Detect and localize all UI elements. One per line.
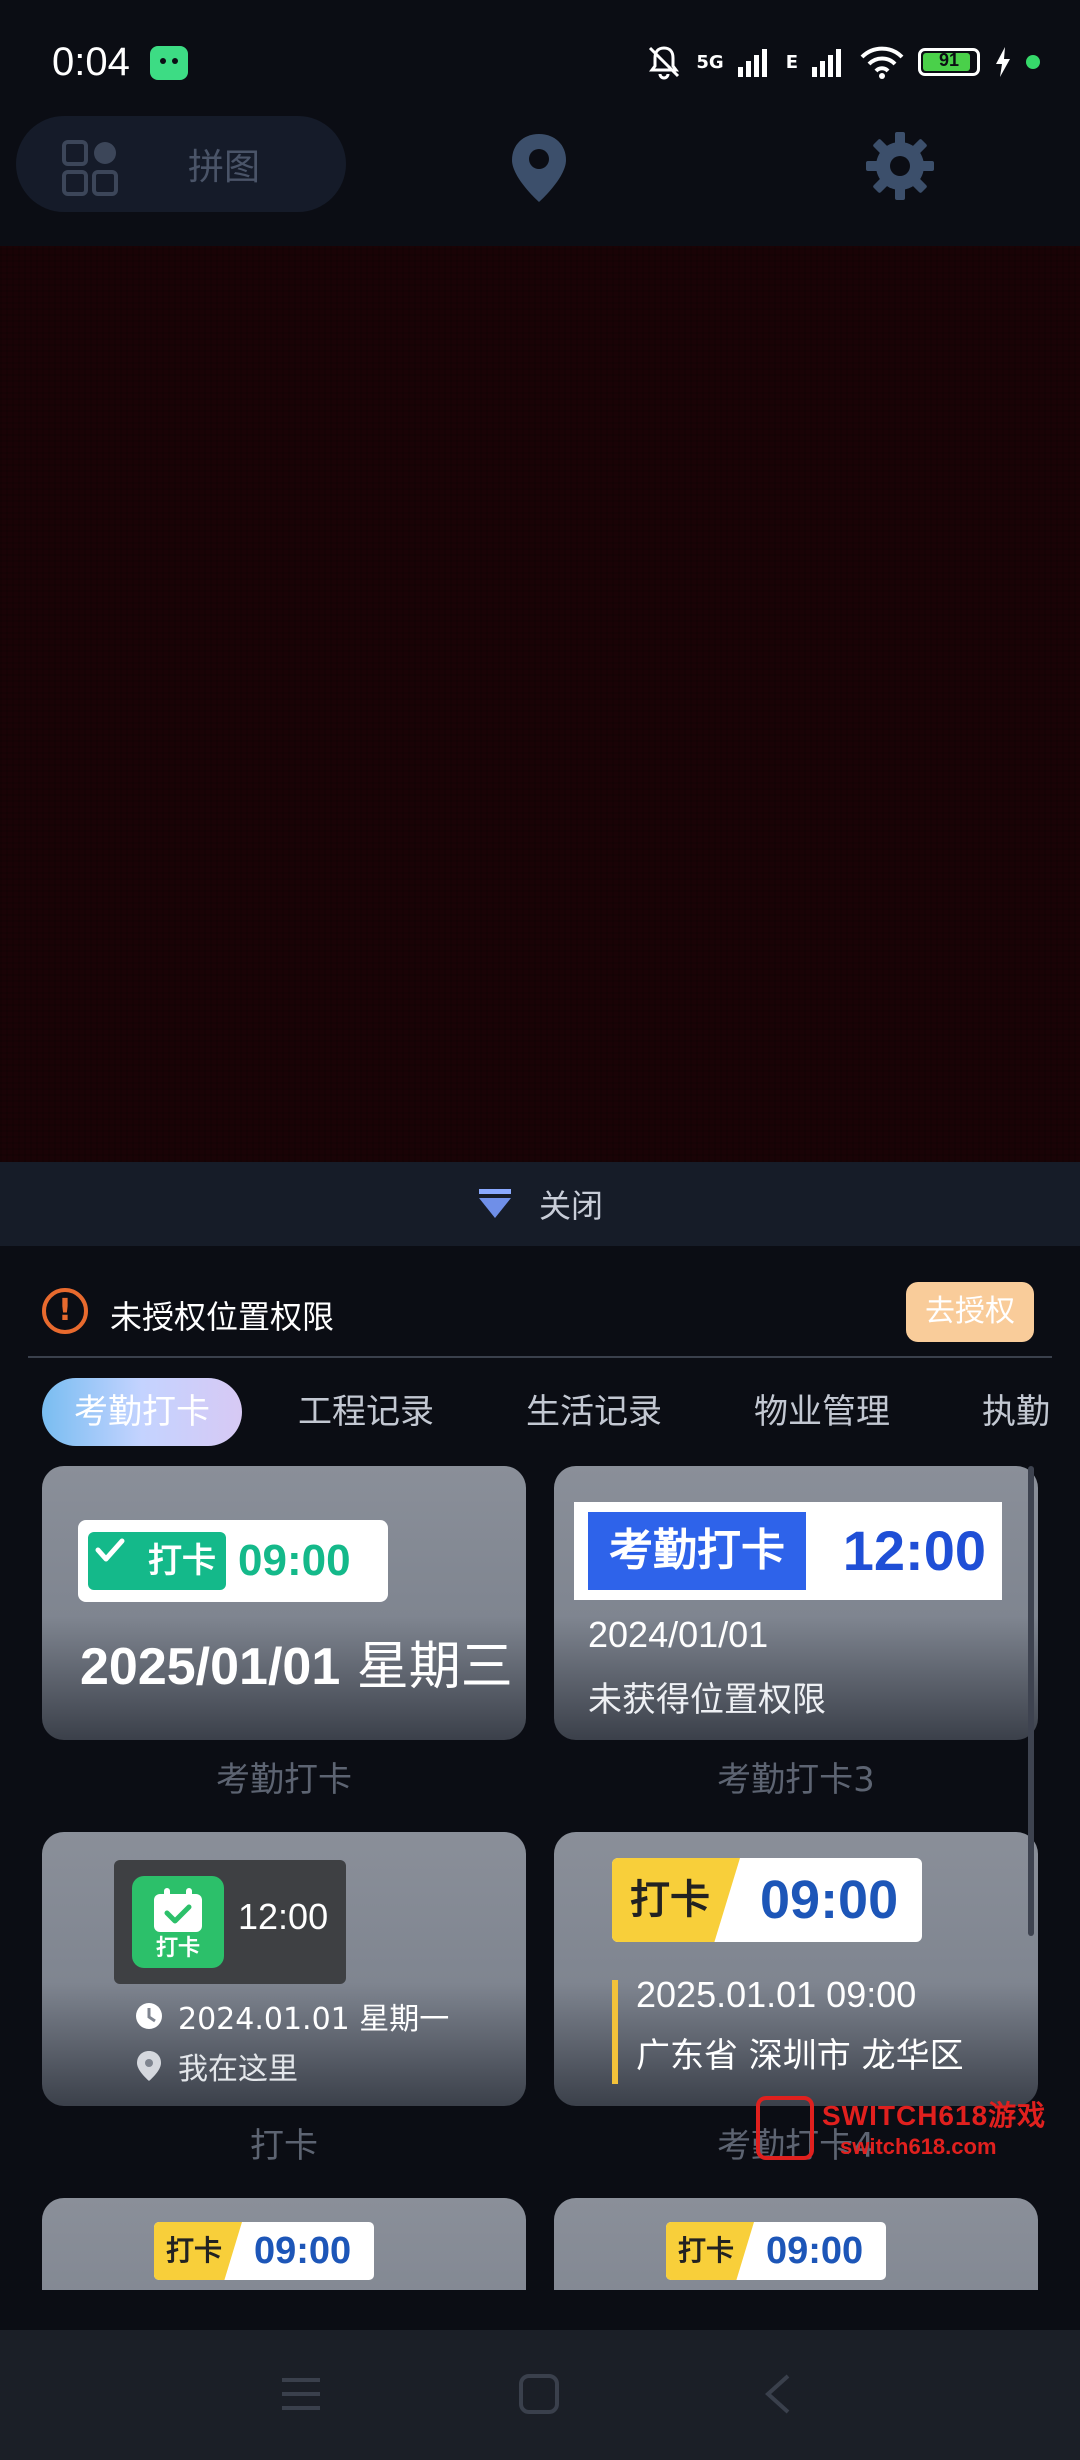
- punch-badge: 打卡 09:00: [154, 2222, 374, 2280]
- top-nav: 拼图: [0, 110, 1080, 250]
- datetime-text: 2025.01.01 09:00: [636, 1974, 917, 2015]
- template-card-partial-right[interactable]: 打卡 09:00: [554, 2198, 1038, 2290]
- menu-icon[interactable]: [280, 2374, 322, 2414]
- pintu-button[interactable]: 拼图: [16, 116, 346, 212]
- location-text: 我在这里: [178, 2052, 298, 2087]
- template-card-kaoqin4[interactable]: 打卡 09:00 2025.01.01 09:00 广东省 深圳市 龙华区: [554, 1832, 1038, 2106]
- warning-icon: !: [42, 1288, 88, 1334]
- template-caption: 考勤打卡: [216, 1760, 352, 1800]
- punch-time: 12:00: [842, 1519, 986, 1582]
- grid-icon: [62, 140, 118, 196]
- location-row: 我在这里: [134, 2044, 298, 2088]
- pintu-label: 拼图: [188, 147, 261, 188]
- close-panel-button[interactable]: 关闭: [0, 1162, 1080, 1246]
- template-caption: 打卡: [250, 2126, 318, 2166]
- android-icon: [150, 46, 188, 80]
- status-icons: 5G E 91: [646, 42, 1040, 82]
- status-bar: 0:04 5G E 91: [0, 0, 1080, 120]
- date-weekday: 2025/01/01 星期三: [80, 1624, 513, 1699]
- network-5g-label: 5G: [696, 51, 724, 73]
- template-caption: 考勤打卡3: [717, 1760, 875, 1800]
- date-row: 2024.01.01 星期一: [134, 1994, 449, 2038]
- signal-icon: [737, 49, 767, 77]
- back-icon[interactable]: [758, 2374, 800, 2414]
- grant-permission-button[interactable]: 去授权: [906, 1282, 1034, 1342]
- punch-time: 09:00: [238, 1536, 351, 1585]
- watermark-line2: switch618.com: [840, 2134, 997, 2159]
- punch-time: 09:00: [766, 2230, 864, 2272]
- signal-icon: [812, 49, 841, 77]
- mute-icon: [649, 46, 680, 80]
- category-tabs: 考勤打卡 工程记录 生活记录 物业管理 执勤: [0, 1374, 1080, 1448]
- punch-time: 09:00: [254, 2230, 352, 2272]
- address-text: 广东省 深圳市 龙华区: [636, 2036, 964, 2076]
- switch-logo-icon: [756, 2096, 814, 2160]
- punch-header: 考勤打卡 12:00: [574, 1502, 1002, 1600]
- template-card-kaoqin3[interactable]: 考勤打卡 12:00 2024/01/01 未获得位置权限: [554, 1466, 1038, 1740]
- wifi-icon: [860, 46, 904, 79]
- template-card-kaoqin[interactable]: 打卡 09:00 2025/01/01 星期三: [42, 1466, 526, 1740]
- date-text: 2025/01/01: [80, 1638, 341, 1696]
- location-permission-row: ! 未授权位置权限 去授权: [28, 1270, 1052, 1358]
- battery-level: 91: [938, 50, 960, 70]
- date-text: 2024.01.01 星期一: [178, 2002, 450, 2037]
- tab-wuye[interactable]: 物业管理: [754, 1378, 890, 1446]
- check-icon: [95, 1538, 125, 1562]
- template-card-partial-left[interactable]: 打卡 09:00: [42, 2198, 526, 2290]
- collapse-triangle-icon: [478, 1189, 511, 1218]
- close-label: 关闭: [538, 1187, 603, 1225]
- calendar-check-icon: 打卡: [132, 1876, 224, 1968]
- charging-icon: [996, 47, 1010, 77]
- punch-box: 打卡 12:00: [114, 1860, 346, 1984]
- watermark: SWITCH618游戏 switch618.com: [752, 2092, 1062, 2172]
- punch-badge-label: 打卡: [155, 1936, 200, 1961]
- punch-badge: 打卡 09:00: [666, 2222, 886, 2280]
- clock-icon: [136, 2003, 162, 2029]
- watermark-line1: SWITCH618游戏: [822, 2100, 1047, 2131]
- template-card-daka[interactable]: 打卡 12:00 2024.01.01 星期一 我在这里: [42, 1832, 526, 2106]
- punch-badge-label: 考勤打卡: [588, 1512, 806, 1590]
- gear-icon[interactable]: [864, 130, 936, 202]
- punch-time: 09:00: [760, 1870, 899, 1930]
- punch-badge-label: 打卡: [166, 2234, 223, 2267]
- punch-badge-label: 打卡: [630, 1877, 710, 1923]
- weekday-text: 星期三: [356, 1637, 513, 1697]
- punch-badge: 打卡 09:00: [612, 1858, 922, 1942]
- privacy-indicator-dot: [1026, 55, 1040, 69]
- punch-badge-label: 打卡: [678, 2234, 735, 2267]
- permission-text: 未授权位置权限: [110, 1298, 335, 1336]
- tab-shenghuo[interactable]: 生活记录: [526, 1378, 662, 1446]
- status-time: 0:04: [52, 40, 130, 84]
- punch-time: 12:00: [238, 1896, 329, 1937]
- tab-kaoqin[interactable]: 考勤打卡: [42, 1378, 242, 1446]
- punch-badge: 打卡 09:00: [78, 1520, 388, 1602]
- system-nav-bar: [0, 2330, 1080, 2460]
- accent-bar: [612, 1980, 618, 2084]
- battery-icon: 91: [918, 48, 980, 76]
- grid-scrollbar[interactable]: [1028, 1466, 1034, 1936]
- location-pin-icon: [137, 2051, 161, 2081]
- network-e-label: E: [785, 51, 798, 73]
- tab-gongcheng[interactable]: 工程记录: [298, 1378, 434, 1446]
- location-text: 未获得位置权限: [588, 1680, 826, 1720]
- home-icon[interactable]: [518, 2374, 560, 2414]
- date-text: 2024/01/01: [588, 1614, 769, 1655]
- camera-preview[interactable]: [0, 246, 1080, 1162]
- tab-zhiqin[interactable]: 执勤: [982, 1378, 1050, 1446]
- calendar-icon: [154, 1888, 202, 1932]
- location-pin-icon[interactable]: [508, 132, 570, 204]
